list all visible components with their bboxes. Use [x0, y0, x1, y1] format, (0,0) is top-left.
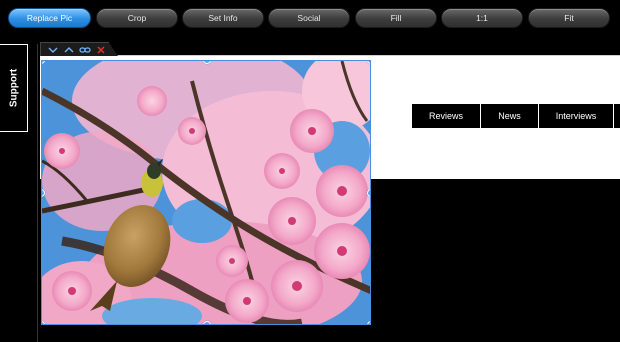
chevron-up-icon[interactable]	[63, 44, 75, 56]
chevron-down-icon[interactable]	[47, 44, 59, 56]
nav-item-news[interactable]: News	[481, 104, 539, 128]
fit-button[interactable]: Fit	[528, 8, 610, 28]
replace-pic-button[interactable]: Replace Pic	[8, 8, 91, 28]
nav-item-reviews[interactable]: Reviews	[412, 104, 481, 128]
cherry-blossom-bird-photo	[42, 61, 370, 324]
editor-toolbar: Replace Pic Crop Set Info Social Fill 1:…	[0, 0, 620, 38]
social-button[interactable]: Social	[268, 8, 350, 28]
selected-image[interactable]	[41, 60, 371, 325]
fill-button[interactable]: Fill	[355, 8, 437, 28]
close-icon[interactable]	[95, 44, 107, 56]
crop-button[interactable]: Crop	[96, 8, 178, 28]
image-mini-toolbar	[40, 42, 118, 56]
nav-item-more[interactable]	[614, 104, 620, 128]
site-nav-menu: Reviews News Interviews	[412, 104, 620, 128]
left-divider	[37, 44, 38, 342]
nav-item-interviews[interactable]: Interviews	[539, 104, 614, 128]
support-tab-label: Support	[8, 68, 19, 108]
link-icon[interactable]	[79, 44, 91, 56]
resize-handle-bottom-right[interactable]	[367, 321, 370, 324]
resize-handle-right[interactable]	[367, 189, 370, 197]
resize-handle-bottom[interactable]	[203, 321, 211, 324]
one-to-one-button[interactable]: 1:1	[441, 8, 523, 28]
support-tab[interactable]: Support	[0, 44, 28, 132]
set-info-button[interactable]: Set Info	[182, 8, 264, 28]
